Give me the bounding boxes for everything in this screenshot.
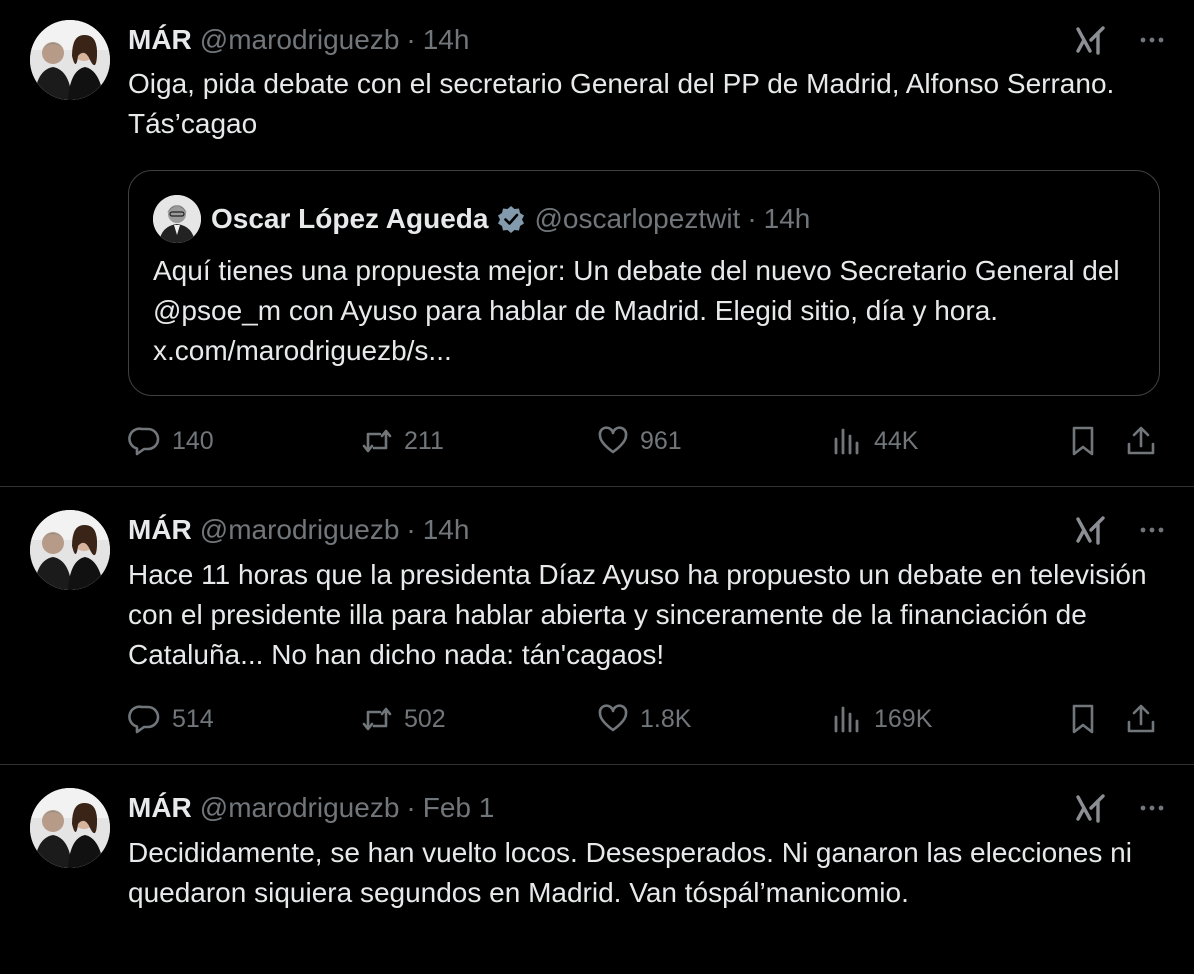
tweet-text: Hace 11 horas que la presidenta Díaz Ayu… xyxy=(128,559,1147,670)
tweet-actions: 140 211 961 44K xyxy=(128,417,1168,465)
repost-button[interactable]: 211 xyxy=(360,417,444,465)
view-count: 169K xyxy=(874,704,933,733)
quote-username-handle[interactable]: @oscarlopeztwit xyxy=(534,203,740,235)
tweet[interactable]: MÁR @marodriguezb · Feb 1 Decididamente,… xyxy=(0,765,1194,974)
avatar[interactable] xyxy=(30,510,110,590)
reply-button[interactable]: 140 xyxy=(128,417,214,465)
separator-dot: · xyxy=(406,24,416,55)
bookmark-button[interactable] xyxy=(1066,695,1100,743)
more-horizontal-icon[interactable] xyxy=(1134,790,1170,826)
quote-avatar[interactable] xyxy=(153,195,201,243)
grok-icon[interactable] xyxy=(1074,513,1108,547)
bookmark-icon xyxy=(1072,704,1094,734)
quote-timestamp[interactable]: 14h xyxy=(764,203,811,235)
repost-button[interactable]: 502 xyxy=(360,695,446,743)
timestamp[interactable]: 14h xyxy=(423,514,470,546)
repost-count: 502 xyxy=(404,704,446,733)
tweet-text: Oiga, pida debate con el secretario Gene… xyxy=(128,68,1115,139)
like-count: 1.8K xyxy=(640,704,692,733)
views-button[interactable]: 44K xyxy=(830,417,918,465)
timestamp[interactable]: Feb 1 xyxy=(423,792,495,824)
avatar[interactable] xyxy=(30,788,110,868)
more-horizontal-icon[interactable] xyxy=(1134,512,1170,548)
quote-text: Aquí tienes una propuesta mejor: Un deba… xyxy=(153,255,1120,366)
display-name[interactable]: MÁR xyxy=(128,514,192,546)
username-handle[interactable]: @marodriguezb xyxy=(200,792,400,824)
bar-chart-icon xyxy=(834,706,859,733)
quote-display-name[interactable]: Oscar López Agueda xyxy=(211,203,488,235)
tweet-header: MÁR @marodriguezb · 14h xyxy=(128,512,469,548)
tweet-actions: 514 502 1.8K 169K xyxy=(128,695,1168,743)
username-handle[interactable]: @marodriguezb xyxy=(200,24,400,56)
display-name[interactable]: MÁR xyxy=(128,24,192,56)
reply-count: 514 xyxy=(172,704,214,733)
like-button[interactable]: 961 xyxy=(596,417,682,465)
separator-dot: · xyxy=(747,203,757,234)
bookmark-button[interactable] xyxy=(1066,417,1100,465)
tweet[interactable]: MÁR @marodriguezb · 14h Hace 11 horas qu… xyxy=(0,487,1194,764)
reply-bubble-icon xyxy=(128,705,160,734)
display-name[interactable]: MÁR xyxy=(128,792,192,824)
reply-count: 140 xyxy=(172,426,214,455)
bookmark-icon xyxy=(1072,426,1094,456)
quoted-tweet[interactable]: Oscar López Agueda @oscarlopeztwit · 14h… xyxy=(128,170,1160,396)
repost-arrows-icon xyxy=(362,707,392,731)
grok-icon[interactable] xyxy=(1074,23,1108,57)
view-count: 44K xyxy=(874,426,919,455)
separator-dot: · xyxy=(406,514,416,545)
heart-icon xyxy=(598,426,628,454)
views-button[interactable]: 169K xyxy=(830,695,932,743)
username-handle[interactable]: @marodriguezb xyxy=(200,514,400,546)
grok-icon[interactable] xyxy=(1074,791,1108,825)
share-upload-icon xyxy=(1127,704,1155,733)
heart-icon xyxy=(598,704,628,732)
avatar[interactable] xyxy=(30,20,110,100)
share-button[interactable] xyxy=(1124,695,1158,743)
like-button[interactable]: 1.8K xyxy=(596,695,691,743)
verified-badge-icon xyxy=(498,206,525,233)
tweet-header: MÁR @marodriguezb · Feb 1 xyxy=(128,790,494,826)
tweet[interactable]: MÁR @marodriguezb · 14h Oiga, pida debat… xyxy=(0,0,1194,486)
timestamp[interactable]: 14h xyxy=(423,24,470,56)
repost-arrows-icon xyxy=(362,429,392,453)
share-upload-icon xyxy=(1127,426,1155,455)
like-count: 961 xyxy=(640,426,682,455)
reply-bubble-icon xyxy=(128,427,160,456)
more-horizontal-icon[interactable] xyxy=(1134,22,1170,58)
tweet-text: Decididamente, se han vuelto locos. Dese… xyxy=(128,837,1132,908)
quote-header: Oscar López Agueda @oscarlopeztwit · 14h xyxy=(211,199,810,239)
tweet-header: MÁR @marodriguezb · 14h xyxy=(128,22,469,58)
separator-dot: · xyxy=(406,792,416,823)
bar-chart-icon xyxy=(834,428,859,455)
share-button[interactable] xyxy=(1124,417,1158,465)
reply-button[interactable]: 514 xyxy=(128,695,214,743)
repost-count: 211 xyxy=(404,426,444,455)
